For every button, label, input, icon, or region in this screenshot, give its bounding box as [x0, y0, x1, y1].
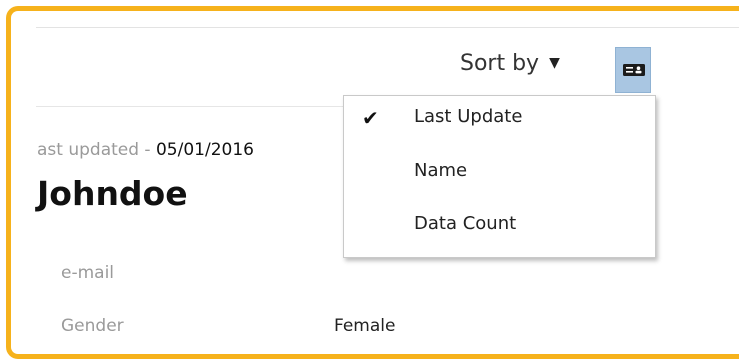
last-updated-value: 05/01/2016	[155, 140, 254, 160]
caret-down-icon: ▼	[549, 55, 560, 71]
last-updated: ast updated - 05/01/2016	[37, 140, 254, 160]
sort-option-label: Data Count	[414, 213, 517, 234]
contact-card-icon	[623, 64, 645, 76]
sort-by-dropdown[interactable]: Sort by ▼	[460, 51, 560, 76]
checkmark-icon: ✔	[362, 106, 379, 130]
last-updated-label: ast updated -	[37, 140, 156, 160]
sort-option-name[interactable]: Name	[344, 156, 655, 196]
header-divider	[36, 106, 348, 107]
sort-menu: ✔ Last Update Name Data Count	[343, 95, 656, 258]
profile-panel: Sort by ▼ ast updated - 05/01/2016 Johndo…	[6, 6, 739, 359]
top-divider	[36, 27, 739, 28]
profile-name: Johndoe	[37, 174, 188, 213]
email-label: e-mail	[61, 263, 115, 283]
gender-label: Gender	[61, 316, 124, 336]
sort-option-label: Last Update	[414, 106, 523, 127]
view-toggle-button[interactable]	[615, 47, 651, 93]
gender-value: Female	[334, 316, 396, 336]
sort-option-label: Name	[414, 160, 468, 181]
sort-option-data-count[interactable]: Data Count	[344, 209, 655, 249]
sort-by-label: Sort by	[460, 51, 540, 76]
sort-option-last-update[interactable]: ✔ Last Update	[344, 102, 655, 142]
